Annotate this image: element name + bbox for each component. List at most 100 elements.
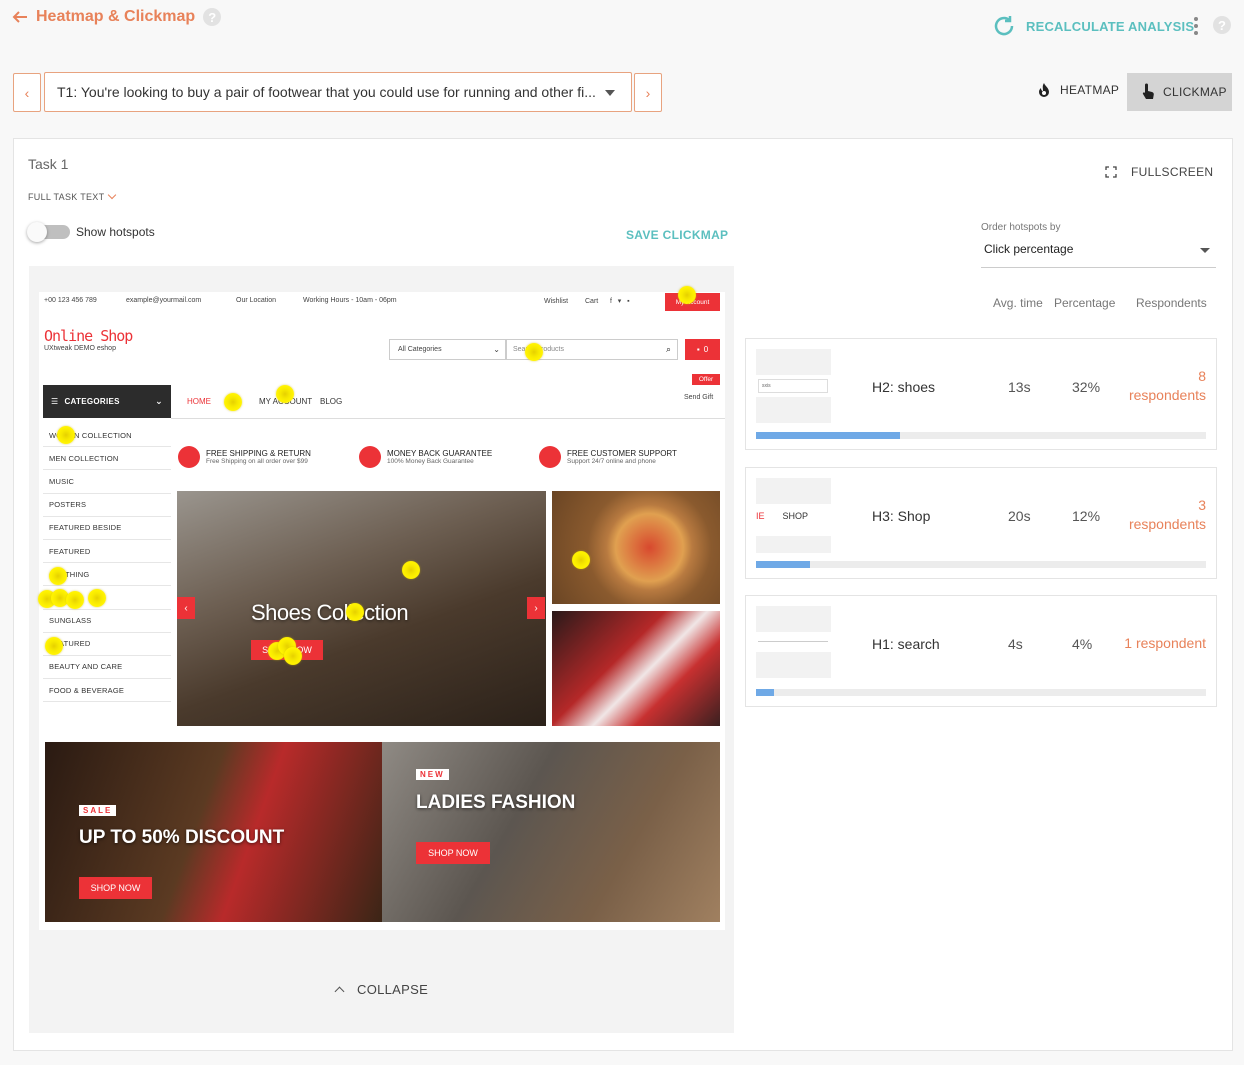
- shop-category-item: SUNGLASS: [43, 610, 171, 633]
- cart-count: 0: [703, 345, 709, 354]
- recalculate-analysis-button[interactable]: RECALCULATE ANALYSIS: [992, 14, 1194, 38]
- click-dot: [224, 393, 242, 411]
- arrow-left-icon: [12, 11, 27, 23]
- hotspot-percentage: 32%: [1072, 379, 1101, 395]
- hotspot-respondents[interactable]: 3 respondents: [1129, 496, 1206, 534]
- clickmap-mode-button[interactable]: CLICKMAP: [1127, 73, 1232, 111]
- chevron-down-icon: ⌄: [155, 396, 163, 406]
- feature-title: MONEY BACK GUARANTEE: [387, 449, 493, 458]
- next-task-button[interactable]: ›: [634, 73, 662, 112]
- shop-send-gift: Send Gift: [684, 394, 714, 401]
- refresh-icon: [994, 16, 1014, 36]
- caret-down-icon: ⌄: [493, 345, 500, 354]
- recalculate-label: RECALCULATE ANALYSIS: [1026, 18, 1195, 34]
- chevron-left-icon: ‹: [177, 597, 195, 619]
- shop-feature: MONEY BACK GUARANTEE 100% Money Back Guar…: [359, 446, 492, 468]
- order-hotspots-label: Order hotspots by: [981, 222, 1061, 233]
- order-hotspots-value: Click percentage: [984, 242, 1074, 256]
- help-icon[interactable]: ?: [203, 8, 222, 26]
- shop-nav-divider: [171, 418, 725, 419]
- social-icons: f ▾ ▪: [610, 298, 630, 305]
- shop-location: Our Location: [236, 297, 277, 304]
- flame-icon: [1039, 83, 1049, 97]
- caret-down-icon: [605, 90, 615, 96]
- click-dot: [346, 603, 364, 621]
- caret-down-icon: [1200, 248, 1210, 253]
- hotspot-respondents[interactable]: 8 respondents: [1129, 367, 1206, 405]
- shop-nav-home: HOME: [187, 397, 211, 406]
- expand-icon: [1105, 166, 1117, 178]
- search-icon: ⌕: [665, 344, 671, 354]
- full-task-text-toggle[interactable]: FULL TASK TEXT: [28, 190, 117, 202]
- shop-wishlist: Wishlist: [544, 298, 569, 305]
- cart-icon: ▪: [696, 345, 700, 354]
- hotspot-card[interactable]: IE SHOP H3: Shop 20s 12% 3 respondents: [745, 467, 1217, 579]
- respondents-label: respondents: [1128, 516, 1206, 532]
- hotspot-avg-time: 20s: [1008, 508, 1031, 524]
- shop-categories-header: ☰ CATEGORIES ⌄: [43, 385, 171, 418]
- respondents-count: 3: [1198, 497, 1206, 513]
- click-dot: [45, 637, 63, 655]
- fullscreen-button[interactable]: FULLSCREEN: [1105, 165, 1213, 179]
- task-title: Task 1: [28, 156, 69, 172]
- shop-feature: FREE CUSTOMER SUPPORT Support 24/7 online…: [539, 446, 677, 468]
- shop-category-item: POSTERS: [43, 494, 171, 517]
- chevron-right-icon: ›: [527, 597, 545, 619]
- collapse-button[interactable]: COLLAPSE: [334, 982, 429, 997]
- click-dot: [678, 286, 696, 304]
- hotspot-respondents[interactable]: 1 respondent: [1124, 634, 1206, 653]
- shop-category-item: MUSIC: [43, 470, 171, 494]
- shop-drink-image: [552, 611, 720, 726]
- collapse-label: COLLAPSE: [357, 982, 429, 997]
- feature-title: FREE SHIPPING & RETURN: [206, 449, 311, 458]
- heatmap-label: HEATMAP: [1060, 83, 1120, 97]
- hotspot-name: H2: shoes: [872, 379, 936, 395]
- full-task-text-label: FULL TASK TEXT: [28, 192, 105, 202]
- show-hotspots-label: Show hotspots: [76, 225, 155, 239]
- shop-feature: FREE SHIPPING & RETURN Free Shipping on a…: [178, 446, 311, 468]
- hotspot-thumbnail: IE SHOP: [756, 478, 831, 553]
- shop-sale-tag: SALE: [79, 805, 117, 816]
- shop-fashion-button: SHOP NOW: [416, 842, 490, 864]
- shop-sale-button: SHOP NOW: [79, 877, 152, 899]
- money-icon: [359, 446, 381, 468]
- shop-offer-badge: Offer: [692, 374, 720, 385]
- page-title: Heatmap & Clickmap: [36, 8, 196, 25]
- hotspot-share-bar: [756, 432, 1206, 439]
- hotspot-name: H3: Shop: [872, 508, 931, 524]
- hotspot-card[interactable]: H1: search 4s 4% 1 respondent: [745, 595, 1217, 707]
- respondents-label: respondents: [1128, 387, 1206, 403]
- click-dot: [57, 426, 75, 444]
- respondents-count: 8: [1198, 368, 1206, 384]
- shop-category-item: MEN COLLECTION: [43, 447, 171, 471]
- headset-icon: [539, 446, 561, 468]
- show-hotspots-switch[interactable]: [27, 222, 70, 242]
- shop-sale-title: UP TO 50% DISCOUNT: [79, 827, 285, 848]
- task-select[interactable]: T1: You're looking to buy a pair of foot…: [44, 72, 632, 112]
- hotspot-name: H1: search: [872, 636, 940, 652]
- save-clickmap-button[interactable]: SAVE CLICKMAP: [626, 228, 728, 242]
- order-hotspots-select[interactable]: Click percentage: [981, 238, 1216, 268]
- thumbnail-text: IE SHOP: [756, 511, 809, 521]
- hotspot-card[interactable]: sxis H2: shoes 13s 32% 8 respondents: [745, 338, 1217, 450]
- shop-category-item: FOOD & BEVERAGE: [43, 679, 171, 703]
- truck-icon: [178, 446, 200, 468]
- click-dot: [284, 647, 302, 665]
- menu-icon: ☰: [51, 397, 59, 406]
- hotspot-percentage: 4%: [1072, 636, 1093, 652]
- task-select-value: T1: You're looking to buy a pair of foot…: [57, 84, 596, 100]
- more-menu-icon[interactable]: [1192, 17, 1200, 35]
- prev-task-button[interactable]: ‹: [13, 73, 41, 112]
- chevron-down-icon: [108, 190, 117, 200]
- heatmap-mode-button[interactable]: HEATMAP: [1036, 82, 1119, 98]
- hotspot-percentage: 12%: [1072, 508, 1101, 524]
- categories-title: CATEGORIES: [64, 397, 120, 406]
- respondents-label: 1 respondent: [1124, 635, 1206, 651]
- hotspot-avg-time: 13s: [1008, 379, 1031, 395]
- shop-pizza-image: [552, 491, 720, 604]
- feature-sub: Support 24/7 online and phone: [567, 458, 656, 465]
- fullscreen-label: FULLSCREEN: [1131, 165, 1214, 179]
- back-link[interactable]: Heatmap & Clickmap ?: [12, 8, 222, 26]
- help-icon[interactable]: ?: [1213, 16, 1231, 34]
- shop-category-value: All Categories: [398, 346, 442, 353]
